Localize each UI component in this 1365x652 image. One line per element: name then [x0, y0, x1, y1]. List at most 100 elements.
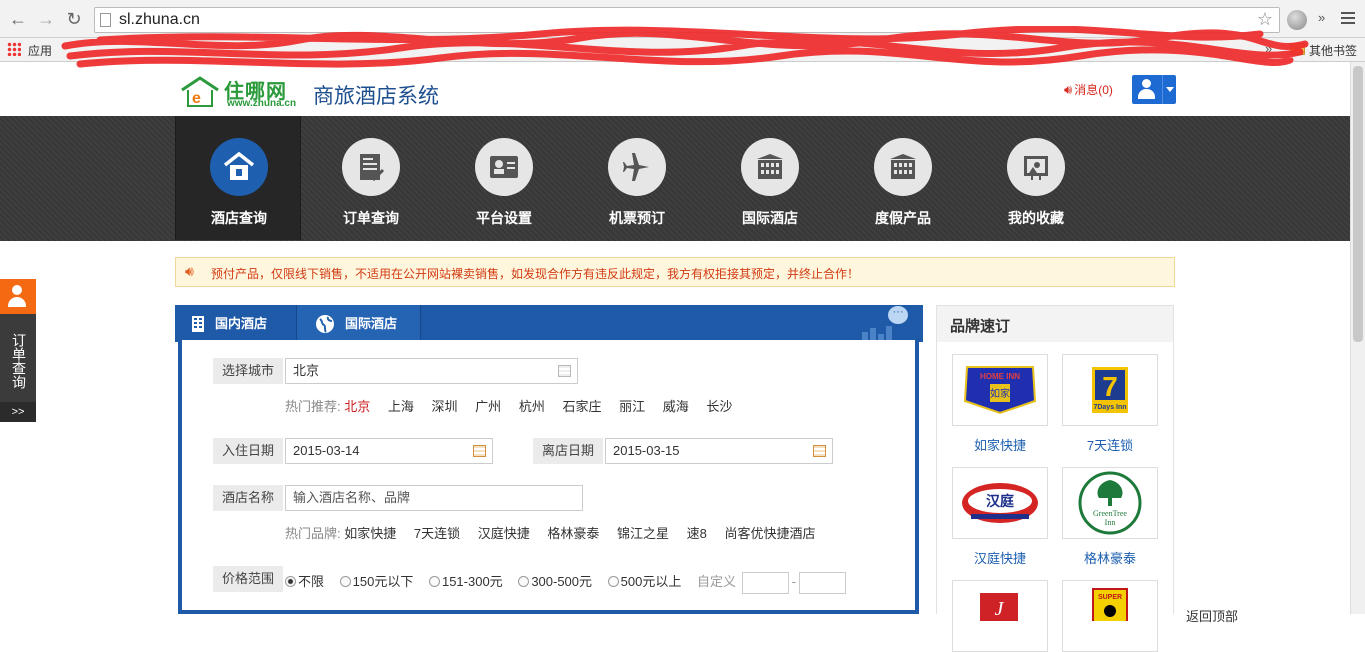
- back-to-top-link[interactable]: 返回顶部: [1186, 606, 1238, 625]
- radio-icon[interactable]: [285, 576, 296, 587]
- 7days-logo[interactable]: 7 7Days Inn: [1062, 354, 1158, 426]
- greentree-logo[interactable]: GreenTree Inn: [1062, 467, 1158, 539]
- expand-button[interactable]: >>: [0, 402, 36, 422]
- nav-label: 我的收藏: [1008, 210, 1064, 226]
- brand-item-jinjiang[interactable]: J: [952, 580, 1048, 652]
- user-menu-button[interactable]: [1132, 75, 1176, 104]
- back-icon[interactable]: ←: [8, 9, 28, 29]
- brand-logo[interactable]: J: [952, 580, 1048, 652]
- nav-label: 国际酒店: [742, 210, 798, 226]
- brand-name[interactable]: 如家快捷: [952, 435, 1048, 454]
- radio-icon[interactable]: [518, 576, 530, 587]
- hot-city-link[interactable]: 威海: [663, 399, 689, 414]
- hot-brand-link[interactable]: 速8: [687, 526, 707, 541]
- extension-icon[interactable]: [1287, 10, 1307, 30]
- svg-text:汉庭: 汉庭: [986, 493, 1015, 510]
- hot-brand-link[interactable]: 汉庭快捷: [478, 526, 530, 541]
- hot-city-link[interactable]: 北京: [344, 399, 370, 414]
- page-icon: [100, 13, 111, 27]
- price-range-dash: -: [791, 574, 796, 589]
- nav-hotel-search[interactable]: 酒店查询: [175, 116, 301, 240]
- hanting-logo[interactable]: 汉庭: [952, 467, 1048, 539]
- hot-city-link[interactable]: 上海: [388, 399, 414, 414]
- price-option-300-500[interactable]: 300-500元: [518, 574, 592, 589]
- radio-icon[interactable]: [339, 576, 351, 587]
- apps-label[interactable]: 应用: [28, 42, 52, 59]
- nav-order-search[interactable]: 订单查询: [308, 116, 434, 240]
- main-nav: 酒店查询 订单查询 平台设置 机票预订 国际酒店 度假产品 我的收藏: [0, 116, 1350, 241]
- hot-city-link[interactable]: 深圳: [432, 399, 458, 414]
- hot-city-link[interactable]: 广州: [475, 399, 501, 414]
- messages-link[interactable]: 🔊︎ 消息(0): [1064, 81, 1113, 98]
- brand-name[interactable]: 汉庭快捷: [952, 548, 1048, 567]
- price-label: 价格范围: [213, 566, 283, 592]
- brand-quick-booking: 品牌速订 HOME INN 如家 如家快捷 7 7Days Inn 7天连锁 汉…: [936, 305, 1174, 652]
- brand-item-7days[interactable]: 7 7Days Inn 7天连锁: [1062, 354, 1158, 454]
- nav-flight-booking[interactable]: 机票预订: [574, 116, 700, 240]
- price-option-over-500[interactable]: 500元以上: [607, 574, 681, 589]
- brand-name[interactable]: 7天连锁: [1062, 435, 1158, 454]
- checkout-date-input[interactable]: 2015-03-15: [605, 438, 833, 464]
- min-price-input[interactable]: [741, 571, 789, 594]
- nav-intl-hotels[interactable]: 国际酒店: [707, 116, 833, 240]
- nav-vacation-products[interactable]: 度假产品: [840, 116, 966, 240]
- nav-my-favorites[interactable]: 我的收藏: [973, 116, 1099, 240]
- checkin-date-input[interactable]: 2015-03-14: [285, 438, 493, 464]
- brand-item-super8[interactable]: SUPER: [1062, 580, 1158, 652]
- homeinn-logo[interactable]: HOME INN 如家: [952, 354, 1048, 426]
- forward-icon[interactable]: →: [36, 9, 56, 29]
- max-price-input[interactable]: [798, 571, 846, 594]
- hot-city-link[interactable]: 长沙: [706, 399, 732, 414]
- apps-icon[interactable]: [7, 42, 21, 56]
- hot-brand-link[interactable]: 尚客优快捷酒店: [725, 526, 816, 541]
- svg-text:如家: 如家: [990, 387, 1010, 400]
- brand-item-hanting[interactable]: 汉庭 汉庭快捷: [952, 467, 1048, 567]
- hot-city-link[interactable]: 石家庄: [562, 399, 601, 414]
- checkout-label: 离店日期: [533, 438, 603, 464]
- calendar-icon[interactable]: [813, 445, 826, 457]
- reload-icon[interactable]: ↻: [64, 9, 84, 29]
- checkout-value: 2015-03-15: [613, 443, 680, 458]
- price-option-any[interactable]: 不限: [285, 574, 324, 589]
- menu-icon[interactable]: [1341, 12, 1355, 24]
- extensions-overflow-icon[interactable]: »: [1318, 10, 1325, 25]
- brand-item-homeinn[interactable]: HOME INN 如家 如家快捷: [952, 354, 1048, 454]
- svg-text:GreenTree: GreenTree: [1093, 509, 1127, 518]
- hot-brand-link[interactable]: 锦江之星: [617, 526, 669, 541]
- side-widget-label[interactable]: 订单查询: [7, 319, 29, 403]
- tab-domestic-hotels[interactable]: 国内酒店: [175, 305, 297, 342]
- radio-icon[interactable]: [428, 576, 440, 587]
- svg-text:SUPER: SUPER: [1098, 594, 1122, 601]
- hot-brand-link[interactable]: 格林豪泰: [547, 526, 599, 541]
- nav-platform-settings[interactable]: 平台设置: [441, 116, 567, 240]
- hot-brand-link[interactable]: 7天连锁: [414, 526, 460, 541]
- address-bar[interactable]: sl.zhuna.cn ☆: [94, 7, 1280, 33]
- custom-price-label: 自定义: [696, 574, 736, 589]
- other-bookmarks[interactable]: 其他书签: [1309, 42, 1357, 59]
- page-scrollbar[interactable]: [1350, 62, 1365, 614]
- hot-city-link[interactable]: 丽江: [619, 399, 645, 414]
- calendar-icon[interactable]: [473, 445, 486, 457]
- person-icon: [0, 279, 36, 314]
- price-option-151-300[interactable]: 151-300元: [428, 574, 503, 589]
- price-option-under-150[interactable]: 150元以下: [339, 574, 413, 589]
- brand-item-greentree[interactable]: GreenTree Inn 格林豪泰: [1062, 467, 1158, 567]
- bookmark-star-icon[interactable]: ☆: [1257, 9, 1273, 30]
- scrollbar-thumb[interactable]: [1353, 66, 1363, 342]
- hotel-name-input[interactable]: 输入酒店名称、品牌: [285, 485, 583, 511]
- bookmarks-overflow-icon[interactable]: »: [1265, 41, 1272, 56]
- brand-logo[interactable]: SUPER: [1062, 580, 1158, 652]
- logo-house-icon: e: [181, 76, 219, 107]
- speaker-icon: 🔊︎: [1064, 82, 1073, 97]
- order-query-side-widget[interactable]: 订单查询 >>: [0, 279, 36, 422]
- radio-icon[interactable]: [607, 576, 619, 587]
- url-text[interactable]: sl.zhuna.cn: [119, 11, 200, 29]
- site-logo[interactable]: e 住哪网 www.zhuna.cn: [180, 74, 310, 110]
- tab-international-hotels[interactable]: 国际酒店: [297, 305, 421, 342]
- speaker-icon: 🔊︎: [185, 263, 194, 279]
- city-picker-icon[interactable]: [558, 365, 571, 377]
- city-input[interactable]: 北京: [285, 358, 578, 384]
- hot-brand-link[interactable]: 如家快捷: [344, 526, 396, 541]
- hot-city-link[interactable]: 杭州: [519, 399, 545, 414]
- brand-name[interactable]: 格林豪泰: [1062, 548, 1158, 567]
